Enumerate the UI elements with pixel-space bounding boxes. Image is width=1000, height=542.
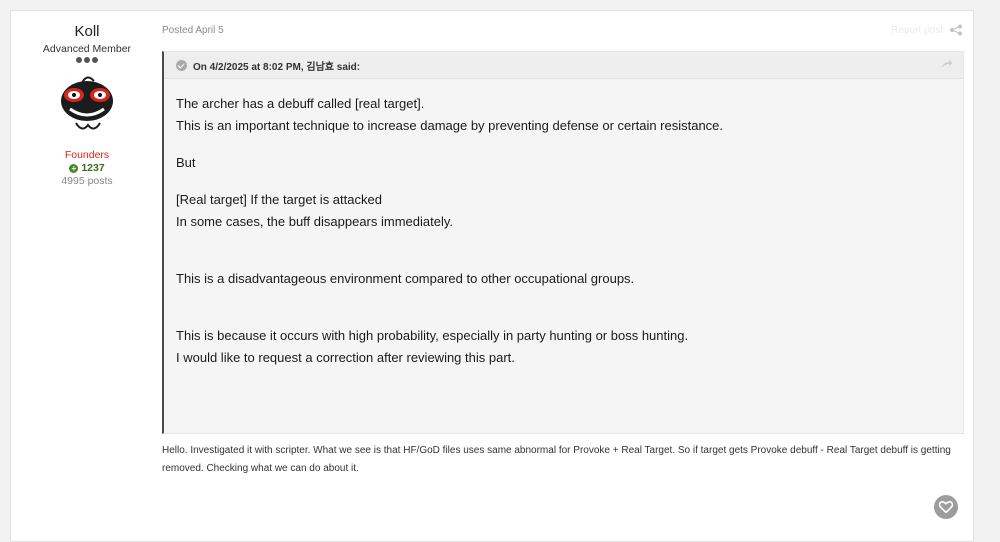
quote-line: The archer has a debuff called [real tar… bbox=[176, 96, 425, 111]
quote-line: This is a disadvantageous environment co… bbox=[176, 271, 635, 286]
quote-line: But bbox=[176, 155, 196, 170]
plus-circle-icon: + bbox=[69, 163, 79, 173]
quote-citation-text: On 4/2/2025 at 8:02 PM, 김남효 said: bbox=[193, 61, 361, 73]
author-panel: Koll Advanced Member Founders + 1237 499… bbox=[11, 11, 163, 187]
author-title: Advanced Member bbox=[42, 43, 132, 55]
reputation: + 1237 bbox=[11, 162, 163, 174]
report-post-link[interactable]: Report post bbox=[891, 25, 943, 36]
check-circle-icon bbox=[176, 59, 187, 71]
share-icon[interactable] bbox=[949, 24, 963, 36]
author-name[interactable]: Koll bbox=[11, 23, 163, 40]
forum-post: Koll Advanced Member Founders + 1237 499… bbox=[10, 10, 974, 542]
quote-block: On 4/2/2025 at 8:02 PM, 김남효 said: The ar… bbox=[162, 51, 964, 434]
like-button[interactable] bbox=[934, 495, 958, 519]
heart-icon bbox=[939, 501, 953, 513]
member-group: Founders bbox=[64, 149, 110, 161]
post-count: 4995 posts bbox=[61, 175, 113, 187]
quote-line: [Real target] If the target is attacked bbox=[176, 192, 382, 207]
rank-pips bbox=[11, 57, 163, 63]
arrow-icon[interactable] bbox=[941, 59, 953, 69]
post-content: Hello. Investigated it with scripter. Wh… bbox=[162, 445, 951, 474]
quote-line: In some cases, the buff disappears immed… bbox=[176, 214, 453, 229]
quote-line: I would like to request a correction aft… bbox=[176, 350, 515, 365]
reputation-value: 1237 bbox=[81, 162, 105, 174]
post-date[interactable]: Posted April 5 bbox=[162, 25, 224, 36]
quote-line: This is an important technique to increa… bbox=[176, 118, 724, 133]
quote-body: The archer has a debuff called [real tar… bbox=[164, 79, 963, 369]
quote-line: This is because it occurs with high prob… bbox=[176, 328, 689, 343]
quote-citation: On 4/2/2025 at 8:02 PM, 김남효 said: bbox=[164, 52, 963, 79]
avatar[interactable] bbox=[52, 71, 122, 141]
